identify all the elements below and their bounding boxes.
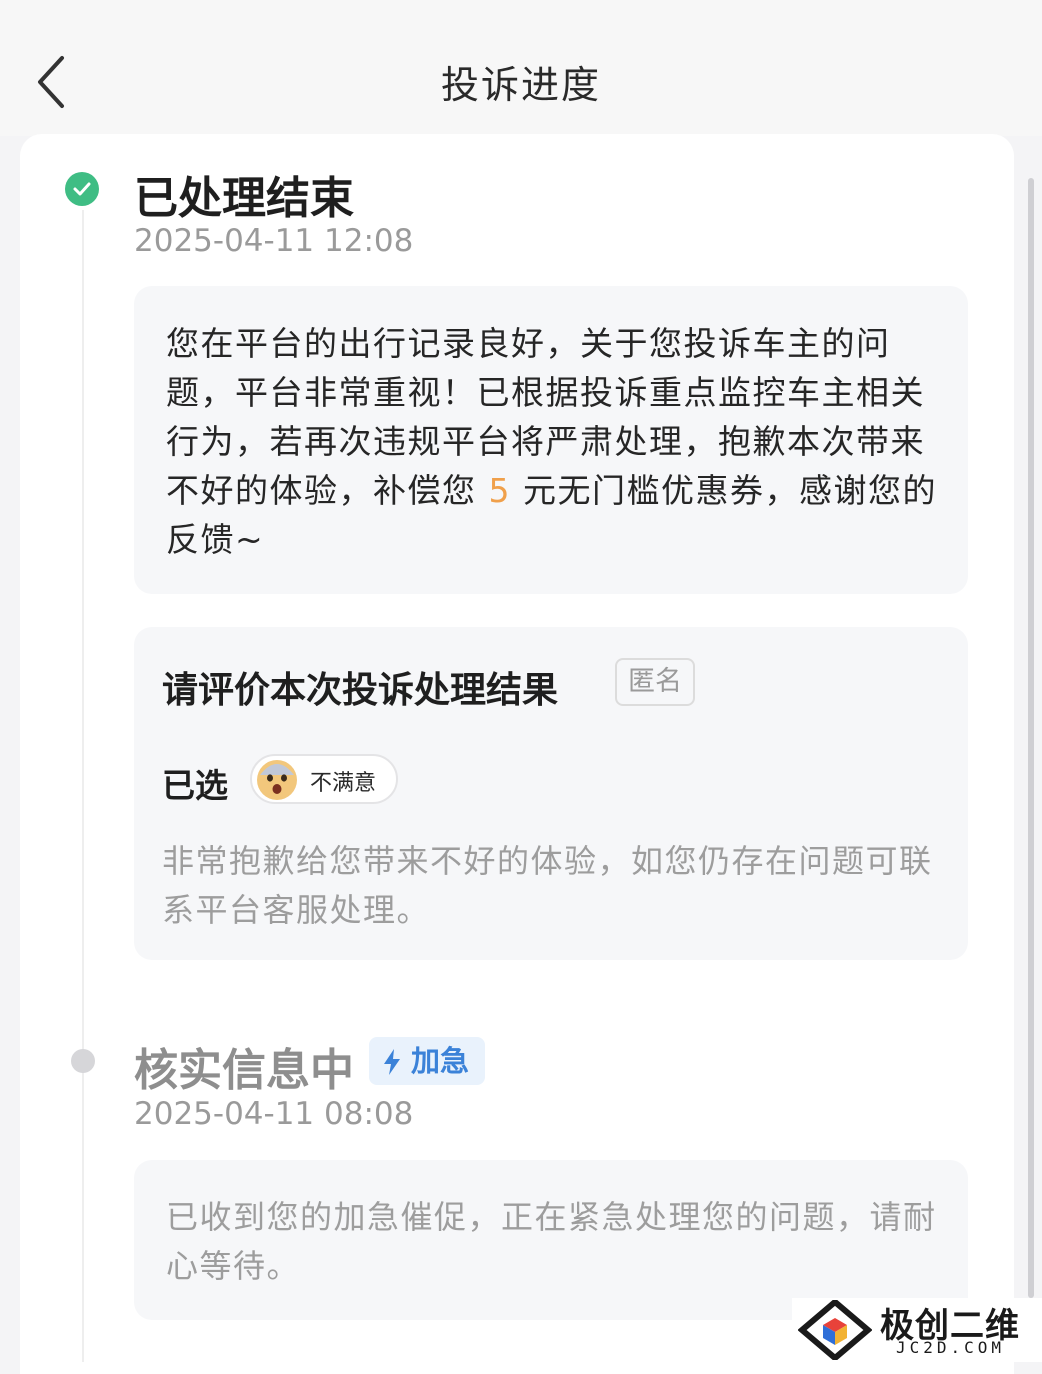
navigation-bar: 投诉进度 xyxy=(0,0,1042,136)
compensation-amount: 5 xyxy=(488,471,511,510)
lightning-icon xyxy=(384,1049,400,1075)
dissatisfied-emoji-icon xyxy=(257,760,297,800)
step-title-done: 已处理结束 xyxy=(134,173,354,224)
step-time-done: 2025-04-11 12:08 xyxy=(134,223,414,259)
step-title-pending: 核实信息中 xyxy=(134,1045,354,1096)
evaluation-box: 请评价本次投诉处理结果 匿名 已选 不满意 非常抱歉给您带来不好的体验，如您仍存… xyxy=(134,627,968,960)
cube-logo-icon xyxy=(798,1300,872,1360)
evaluation-title: 请评价本次投诉处理结果 xyxy=(162,670,559,711)
scrollbar[interactable] xyxy=(1028,178,1034,1298)
rating-label: 不满意 xyxy=(310,771,377,796)
anonymous-tag: 匿名 xyxy=(615,658,695,706)
watermark-domain: JC2D.COM xyxy=(896,1338,1006,1357)
timeline-line xyxy=(82,210,84,1362)
selected-label: 已选 xyxy=(162,766,228,805)
step-time-pending: 2025-04-11 08:08 xyxy=(134,1096,414,1132)
rating-chip-dissatisfied[interactable]: 不满意 xyxy=(250,754,398,804)
page-title: 投诉进度 xyxy=(440,63,601,107)
pending-dot-icon xyxy=(71,1049,95,1073)
apology-text: 非常抱歉给您带来不好的体验，如您仍存在问题可联系平台客服处理。 xyxy=(162,842,933,929)
urgent-message: 已收到您的加急催促，正在紧急处理您的问题，请耐心等待。 xyxy=(166,1198,937,1285)
urgent-badge: 加急 xyxy=(369,1037,485,1085)
urgent-message-box: 已收到您的加急催促，正在紧急处理您的问题，请耐心等待。 xyxy=(134,1160,968,1320)
result-message: 您在平台的出行记录良好，关于您投诉车主的问题，平台非常重视！已根据投诉重点监控车… xyxy=(166,324,937,559)
watermark: 极创二维 JC2D.COM xyxy=(792,1298,1042,1362)
check-circle-icon xyxy=(65,172,99,206)
result-message-box: 您在平台的出行记录良好，关于您投诉车主的问题，平台非常重视！已根据投诉重点监控车… xyxy=(134,286,968,594)
